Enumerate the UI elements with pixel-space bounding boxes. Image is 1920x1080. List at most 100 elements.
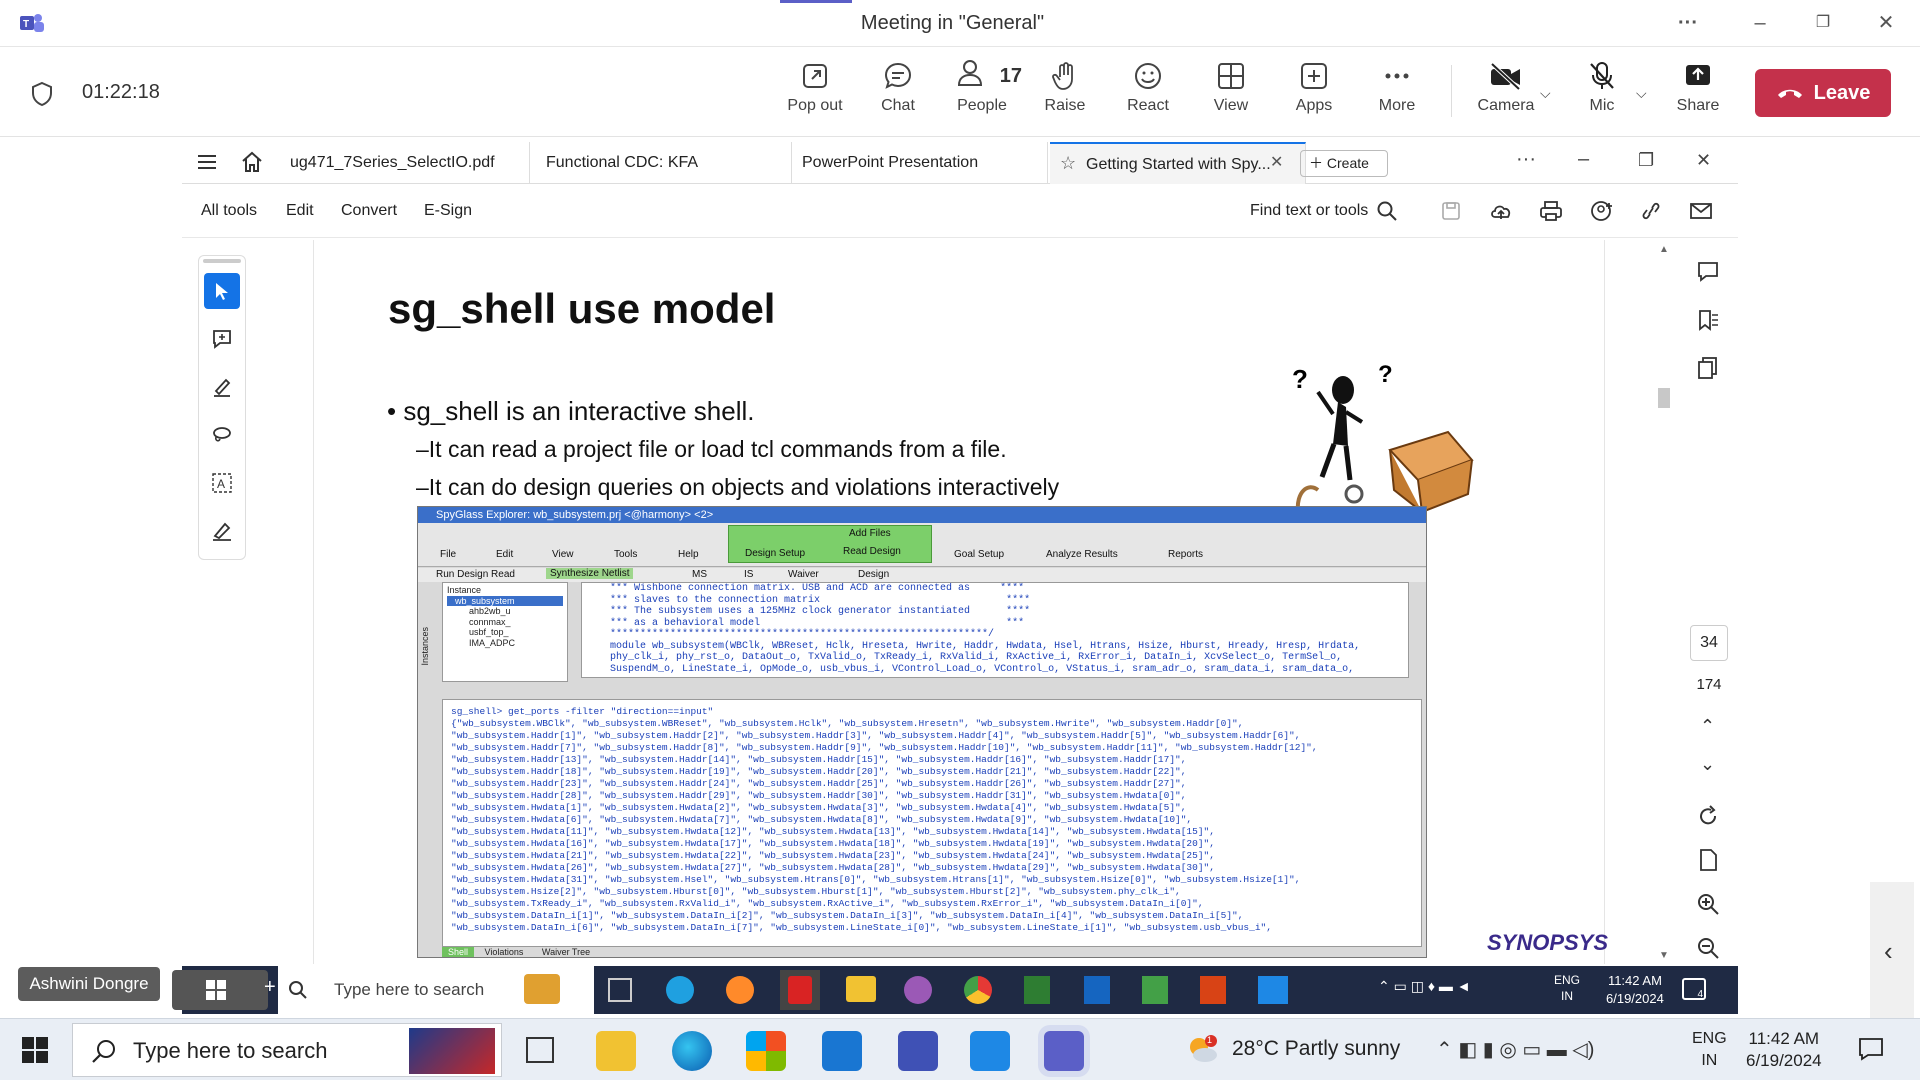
language-indicator[interactable]: ENG IN [1692,1028,1727,1072]
scroll-up-icon[interactable]: ▲ [1659,244,1669,255]
sg-menu-tools: Tools [614,549,638,560]
view-button[interactable]: View [1191,61,1271,115]
add-user-icon[interactable] [1590,200,1614,227]
more-options-button[interactable]: ··· [1668,8,1708,38]
taskbar-search-text: Type here to search [133,1038,328,1063]
shared-app-icon [904,976,932,1004]
tab-doc-3[interactable]: PowerPoint Presentation [794,142,1048,184]
rotate-icon[interactable] [1696,804,1720,833]
tab-close-icon[interactable]: ✕ [1270,152,1283,172]
mail-app-icon[interactable] [822,1031,862,1071]
more-tools-ellipsis-icon[interactable]: ··· [1516,148,1536,171]
popout-icon [803,64,827,88]
zoom-out-icon[interactable] [1696,936,1720,965]
windows-start-icon[interactable] [22,1037,48,1068]
acrobat-minimize-button[interactable]: – [1578,148,1589,171]
file-explorer-icon[interactable] [596,1031,636,1071]
close-button[interactable]: ✕ [1866,8,1906,38]
page-fit-icon[interactable] [1696,848,1720,877]
leave-button[interactable]: Leave [1755,69,1891,117]
react-button[interactable]: React [1108,61,1188,115]
page-number-input[interactable]: 34 [1690,625,1728,661]
sign-icon[interactable] [204,513,240,549]
remote-desktop-icon[interactable] [970,1031,1010,1071]
store-icon[interactable] [746,1031,786,1071]
hamburger-menu-icon[interactable] [196,152,218,177]
more-button[interactable]: More [1357,61,1437,115]
sg-reports: Reports [1168,549,1204,560]
select-tool-icon[interactable] [204,273,240,309]
restore-button[interactable]: ❐ [1803,8,1843,38]
shared-notification-icon: 4 [1682,978,1706,1000]
menu-all-tools[interactable]: All tools [201,202,257,220]
side-panel-toggle[interactable]: ‹ [1870,882,1914,1018]
windows-taskbar: Type here to search 1 28°C Partly sunny … [0,1018,1920,1080]
chevron-left-icon[interactable]: ‹ [1884,936,1893,967]
highlight-pen-icon[interactable] [204,369,240,405]
link-icon[interactable] [1639,200,1663,227]
edge-icon[interactable] [672,1031,712,1071]
scroll-down-icon[interactable]: ▼ [1659,950,1669,961]
menu-edit[interactable]: Edit [286,202,314,220]
add-comment-icon[interactable] [204,321,240,357]
previous-page-icon[interactable]: ⌃ [1700,716,1715,737]
taskbar-search-box[interactable]: Type here to search [72,1023,502,1077]
mail-icon[interactable] [1689,200,1713,227]
document-scrollbar[interactable]: ▲ ▼ [1657,244,1671,964]
print-icon[interactable] [1539,200,1563,227]
raise-hand-button[interactable]: Raise [1025,61,1105,115]
mic-button[interactable]: Mic [1562,61,1642,115]
acrobat-restore-button[interactable]: ❐ [1638,150,1654,171]
task-view-icon[interactable] [526,1037,554,1063]
tab-doc-2[interactable]: Functional CDC: KFA [538,142,792,184]
taskbar-clock[interactable]: 11:42 AM 6/19/2024 [1746,1028,1822,1072]
lasso-icon[interactable] [204,417,240,453]
menu-convert[interactable]: Convert [341,202,397,220]
notification-center-icon[interactable] [1858,1037,1884,1066]
people-button[interactable]: 17 People [942,60,1022,115]
sg-menu-view: View [552,549,574,560]
find-tools-field[interactable]: Find text or tools [1250,202,1368,220]
synopsys-logo: SYNOPSYS [1487,930,1609,955]
sg-shell-output: sg_shell> get_ports -filter "direction==… [442,699,1422,947]
acrobat-close-button[interactable]: ✕ [1696,150,1711,171]
sg-instance-item: IMA_ADPC [469,637,516,648]
menu-esign[interactable]: E-Sign [424,202,472,220]
scroll-thumb[interactable] [1658,388,1670,408]
mic-options-chevron-icon[interactable]: ⌵ [1636,85,1647,102]
pages-panel-icon[interactable] [1696,356,1720,385]
text-box-icon[interactable]: A [204,465,240,501]
teams-taskbar-icon[interactable] [1044,1031,1084,1071]
bookmark-icon[interactable] [1696,308,1720,337]
minimize-button[interactable]: – [1740,8,1780,38]
weather-icon: 1 [1185,1033,1219,1070]
active-tab-indicator [780,0,852,3]
create-button[interactable]: ＋ Create [1300,150,1388,177]
system-tray-icons[interactable]: ⌃ ◧ ▮ ◎ ▭ ▬ ◁) [1436,1037,1594,1062]
tab-doc-1[interactable]: ug471_7Series_SelectIO.pdf [282,142,530,184]
save-icon[interactable] [1440,200,1462,227]
chat-button[interactable]: Chat [858,61,938,115]
sg-design: Design [858,569,890,580]
find-tools-label: Find text or tools [1250,202,1369,219]
svg-text:A: A [217,477,225,491]
camera-options-chevron-icon[interactable]: ⌵ [1540,85,1551,102]
cloud-upload-icon[interactable] [1489,200,1513,227]
zoom-in-icon[interactable] [1696,892,1720,921]
network-app-icon[interactable] [898,1031,938,1071]
confused-figure-clipart: ? ? [1278,352,1478,517]
popout-button[interactable]: Pop out [775,61,855,115]
apps-button[interactable]: Apps [1274,61,1354,115]
tab-doc-4-active[interactable]: Getting Started with Spy... [1050,142,1306,184]
camera-button[interactable]: Camera [1466,61,1546,115]
home-icon[interactable] [240,150,264,179]
comments-panel-icon[interactable] [1696,260,1720,289]
acrobat-menu-bar: All tools Edit Convert E-Sign Find text … [182,186,1738,238]
star-icon[interactable]: ☆ [1060,153,1076,174]
next-page-icon[interactable]: ⌄ [1700,754,1715,775]
share-button[interactable]: Share [1658,61,1738,115]
hand-icon [1052,62,1073,90]
weather-text[interactable]: 28°C Partly sunny [1232,1037,1400,1061]
spyglass-title-bar: SpyGlass Explorer: wb_subsystem.prj <@ha… [418,507,1426,523]
search-icon[interactable] [1376,200,1398,227]
